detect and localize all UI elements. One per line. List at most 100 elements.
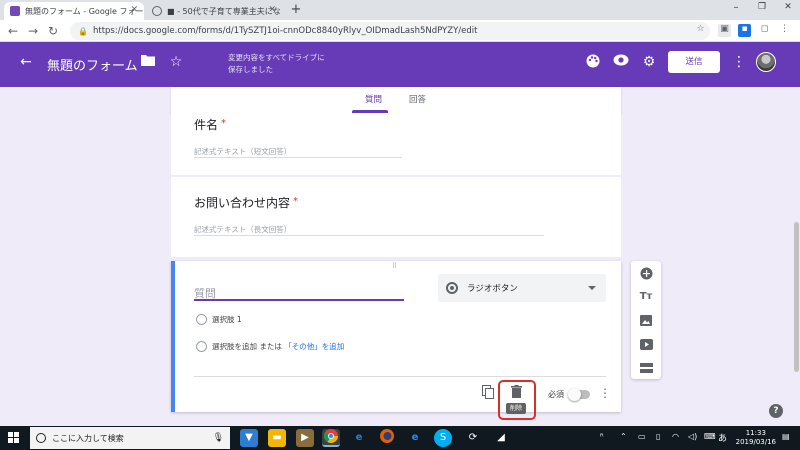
add-title-icon[interactable]: Tт xyxy=(631,291,661,302)
folder-icon[interactable] xyxy=(138,54,158,70)
extension-icon[interactable]: ◻ xyxy=(758,24,771,37)
form-title[interactable]: 無題のフォーム xyxy=(47,55,138,74)
add-section-icon[interactable] xyxy=(631,363,661,376)
taskbar-search[interactable]: ここに入力して検索 🎙 xyxy=(30,427,230,449)
browser-tab-title: 無題のフォーム - Google フォーム xyxy=(25,6,144,16)
app-icon[interactable]: ▼ xyxy=(240,429,258,447)
app-icon[interactable]: ◢ xyxy=(492,429,510,447)
drag-handle-icon[interactable]: ⠿ xyxy=(392,262,398,270)
network-icon[interactable]: ▭ xyxy=(638,432,646,441)
people-icon[interactable]: ᴿ xyxy=(600,432,604,441)
bookmark-star-icon[interactable]: ☆ xyxy=(694,24,707,37)
answer-hint: 記述式テキスト（短文回答） xyxy=(194,147,292,156)
browser-tabstrip: 無題のフォーム - Google フォーム ✕ ■ - 50代で子育て専業主夫に… xyxy=(0,0,800,20)
star-icon[interactable]: ☆ xyxy=(166,54,186,70)
add-question-icon[interactable] xyxy=(631,267,661,283)
send-button[interactable]: 送信 xyxy=(668,51,720,73)
menu-icon[interactable]: ⋮ xyxy=(778,24,791,37)
duplicate-icon[interactable] xyxy=(480,385,496,402)
required-toggle[interactable] xyxy=(568,388,590,401)
chrome-icon[interactable] xyxy=(322,429,340,447)
question-title: お問い合わせ内容 * xyxy=(194,196,299,210)
cortana-icon xyxy=(36,433,46,443)
url-text: https://docs.google.com/forms/d/1TySZTJ1… xyxy=(92,26,478,36)
address-bar[interactable]: 🔒 https://docs.google.com/forms/d/1TySZT… xyxy=(70,22,710,40)
settings-gear-icon[interactable]: ⚙ xyxy=(639,54,659,70)
chevron-down-icon xyxy=(588,286,596,290)
more-vert-icon[interactable]: ⋮ xyxy=(598,386,612,400)
notifications-icon[interactable]: ▤ xyxy=(782,432,790,441)
palette-icon[interactable] xyxy=(583,54,603,72)
scrollbar-thumb[interactable] xyxy=(794,222,799,372)
answer-hint: 記述式テキスト（長文回答） xyxy=(194,225,292,234)
close-tab-icon[interactable]: ✕ xyxy=(268,5,276,15)
back-arrow-icon[interactable]: ← xyxy=(16,54,36,70)
save-status: 変更内容をすべてドライブに保存しました xyxy=(228,53,325,74)
radio-type-icon xyxy=(446,282,458,294)
required-mark: * xyxy=(221,118,227,129)
close-window-button[interactable]: ✕ xyxy=(778,2,798,12)
app-icon[interactable]: ⟳ xyxy=(464,429,482,447)
wifi-icon[interactable]: ◠ xyxy=(672,432,679,441)
skype-icon[interactable]: S xyxy=(434,429,452,447)
maximize-button[interactable]: ❐ xyxy=(752,2,772,12)
delete-tooltip: 削除 xyxy=(506,403,526,414)
avatar[interactable] xyxy=(756,52,776,72)
question-input[interactable]: 質問 xyxy=(194,283,404,301)
browser-tab-title: ■ - 50代で子育て専業主夫になっ… xyxy=(167,6,282,16)
required-mark: * xyxy=(293,196,299,207)
ie-icon[interactable]: e xyxy=(406,429,424,447)
required-label: 必須 xyxy=(548,390,564,399)
more-options-icon[interactable]: ⋮ xyxy=(729,54,749,70)
new-tab-button[interactable]: + xyxy=(286,2,306,17)
file-explorer-icon[interactable]: ▬ xyxy=(268,429,286,447)
add-video-icon[interactable] xyxy=(631,339,661,353)
extension-icon[interactable]: ▣ xyxy=(718,24,731,37)
add-other-link[interactable]: 「その他」を追加 xyxy=(284,342,344,351)
forward-icon[interactable]: → xyxy=(26,24,40,38)
clock-time: 11:33 xyxy=(745,429,766,437)
question-card[interactable] xyxy=(171,113,621,175)
reload-icon[interactable]: ↻ xyxy=(46,24,60,38)
option-label[interactable]: 選択肢 1 xyxy=(212,314,242,325)
forms-header: ← 無題のフォーム ☆ 変更内容をすべてドライブに保存しました ⚙ 送信 ⋮ xyxy=(0,42,800,87)
question-card[interactable] xyxy=(171,177,621,257)
forms-favicon-icon xyxy=(10,6,20,16)
edge-icon[interactable]: e xyxy=(350,429,368,447)
taskbar-search-placeholder: ここに入力して検索 xyxy=(52,433,124,443)
form-tabs: 質問 回答 xyxy=(171,87,621,113)
ime-indicator[interactable]: あ xyxy=(718,431,727,444)
browser-toolbar: ← → ↻ 🔒 https://docs.google.com/forms/d/… xyxy=(0,20,800,42)
app-icon[interactable]: ▶ xyxy=(296,429,314,447)
volume-icon[interactable]: ◁) xyxy=(688,432,697,441)
tab-responses[interactable]: 回答 xyxy=(409,93,426,105)
minimize-button[interactable]: – xyxy=(726,2,746,13)
help-icon[interactable]: ? xyxy=(769,404,783,418)
browser-tab-forms[interactable]: 無題のフォーム - Google フォーム ✕ xyxy=(4,2,144,20)
site-favicon-icon xyxy=(152,6,162,16)
add-option-link[interactable]: 選択肢を追加 xyxy=(212,342,257,351)
microphone-icon[interactable]: 🎙 xyxy=(213,433,224,443)
keyboard-icon[interactable]: ⌨ xyxy=(704,432,716,441)
firefox-icon[interactable] xyxy=(378,429,396,447)
extension-icon[interactable]: ▪ xyxy=(738,24,751,37)
preview-eye-icon[interactable] xyxy=(611,54,631,70)
card-footer-divider xyxy=(194,376,606,377)
browser-tab-blog[interactable]: ■ - 50代で子育て専業主夫になっ… ✕ xyxy=(146,2,282,20)
radio-option-icon xyxy=(196,341,207,352)
or-text: または xyxy=(259,342,282,351)
battery-icon[interactable]: ▯ xyxy=(656,432,660,441)
back-icon[interactable]: ← xyxy=(6,24,20,38)
taskbar-clock[interactable]: 11:33 2019/03/16 xyxy=(736,429,776,447)
answer-underline xyxy=(194,235,544,236)
close-tab-icon[interactable]: ✕ xyxy=(130,5,138,15)
windows-start-icon[interactable] xyxy=(8,432,20,444)
answer-underline xyxy=(194,157,402,158)
add-image-icon[interactable] xyxy=(631,315,661,329)
chevron-up-icon[interactable]: ⌃ xyxy=(620,432,627,441)
floating-toolbar: Tт xyxy=(631,261,661,379)
question-type-dropdown[interactable]: ラジオボタン xyxy=(438,274,606,302)
add-option-row: 選択肢を追加 または 「その他」を追加 xyxy=(212,341,344,352)
tab-questions[interactable]: 質問 xyxy=(365,93,382,105)
question-type-label: ラジオボタン xyxy=(467,284,518,294)
